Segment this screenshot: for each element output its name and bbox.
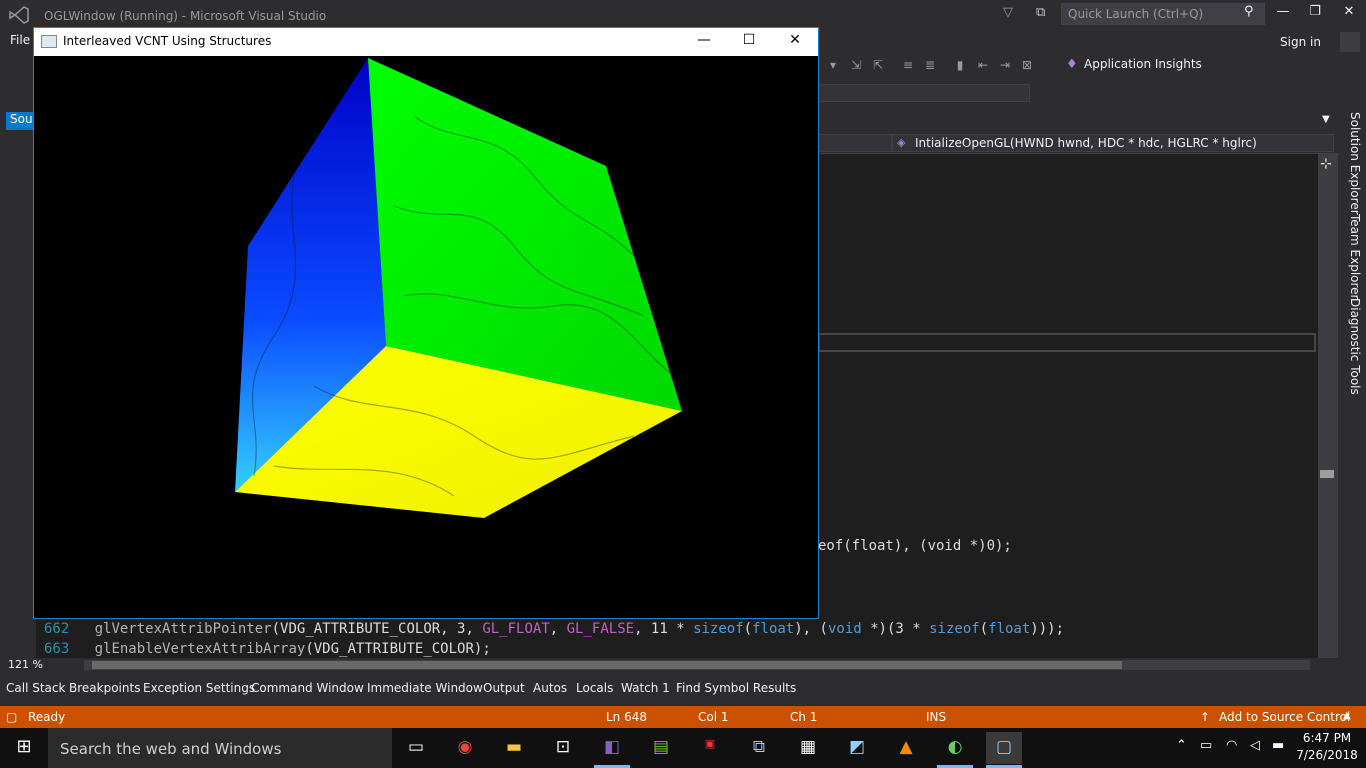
minimize-icon[interactable]: — (1268, 4, 1298, 24)
window-title: OGLWindow (Running) - Microsoft Visual S… (44, 9, 327, 23)
gl-close-icon[interactable]: ✕ (783, 32, 807, 52)
feedback-icon[interactable]: ⧉ (1036, 5, 1054, 23)
status-char: Ch 1 (790, 710, 818, 724)
function-icon: ◈ (897, 136, 906, 149)
toolbar-dropdown-icon[interactable]: ▾ (825, 58, 841, 72)
task-view-icon[interactable]: ▭ (398, 732, 434, 764)
vlc-icon[interactable]: ▲ (888, 732, 924, 764)
tab-solution-explorer[interactable]: Solution Explorer (1342, 112, 1362, 215)
add-to-source-control[interactable]: Add to Source Control (1219, 710, 1350, 724)
gl-minimize-icon[interactable]: — (692, 32, 716, 52)
uncomment-icon[interactable]: ≣ (922, 58, 938, 72)
step-into-icon[interactable]: ⇲ (848, 58, 864, 72)
notification-filter-icon[interactable]: ▽ (1003, 5, 1021, 23)
prev-bookmark-icon[interactable]: ⇤ (975, 58, 991, 72)
quick-launch-input[interactable]: Quick Launch (Ctrl+Q) (1061, 3, 1265, 25)
tab-watch-1[interactable]: Watch 1 (621, 681, 670, 695)
line-number: 662 (44, 621, 70, 637)
lightbulb-icon: ♦ (1066, 57, 1078, 72)
window-app-icon (41, 35, 57, 48)
tab-breakpoints[interactable]: Breakpoints (69, 681, 140, 695)
status-bar (0, 706, 1366, 728)
tab-output[interactable]: Output (483, 681, 525, 695)
file-explorer-icon[interactable]: ▬ (496, 732, 532, 764)
code-line-partial: eof(float), (void *)0); (818, 538, 1012, 554)
scope-dropdown[interactable] (818, 134, 892, 152)
close-icon[interactable]: ✕ (1334, 4, 1364, 24)
code-line-663: 663 glEnableVertexAttribArray(VDG_ATTRIB… (44, 641, 491, 657)
opengl-window-title: Interleaved VCNT Using Structures (63, 34, 272, 48)
status-ready: Ready (28, 710, 66, 724)
taskbar-search-input[interactable]: Search the web and Windows (48, 728, 392, 768)
store-icon[interactable]: ⊡ (545, 732, 581, 764)
restore-icon[interactable]: ❐ (1300, 4, 1330, 24)
code-line-662: 662 glVertexAttribPointer(VDG_ATTRIBUTE_… (44, 621, 1065, 637)
tray-chevron-icon[interactable]: ⌃ (1176, 738, 1187, 753)
tab-locals[interactable]: Locals (576, 681, 613, 695)
comment-icon[interactable]: ≡ (900, 58, 916, 72)
clock-date[interactable]: 7/26/2018 (1294, 748, 1360, 762)
line-number: 663 (44, 641, 70, 657)
zoom-level[interactable]: 121 % (8, 658, 43, 671)
vertical-scrollbar[interactable] (1318, 154, 1338, 658)
next-bookmark-icon[interactable]: ⇥ (997, 58, 1013, 72)
split-icon[interactable]: ⊹ (1320, 156, 1332, 172)
windows-start-icon[interactable]: ⊞ (0, 728, 48, 768)
menu-file[interactable]: File (10, 33, 30, 47)
tab-call-stack[interactable]: Call Stack (6, 681, 65, 695)
notes-app-icon[interactable]: ◩ (839, 732, 875, 764)
wifi-icon[interactable]: ◠ (1226, 738, 1237, 753)
clear-bookmarks-icon[interactable]: ⊠ (1019, 58, 1035, 72)
console-window-icon[interactable]: ▢ (986, 732, 1022, 764)
tab-autos[interactable]: Autos (533, 681, 567, 695)
tab-immediate-window[interactable]: Immediate Window (367, 681, 483, 695)
tab-command-window[interactable]: Command Window (251, 681, 364, 695)
status-column: Col 1 (698, 710, 729, 724)
status-icon: ▢ (6, 710, 18, 724)
sign-in-link[interactable]: Sign in (1280, 35, 1321, 49)
function-dropdown[interactable]: IntializeOpenGL(HWND hwnd, HDC * hdc, HG… (892, 134, 1334, 152)
account-icon[interactable] (1340, 32, 1360, 52)
notepad-plus-icon[interactable]: ▤ (643, 732, 679, 764)
application-insights-button[interactable]: Application Insights (1084, 57, 1202, 71)
left-tool-strip (0, 110, 36, 658)
source-control-up-icon: ↑ (1200, 710, 1211, 724)
toolbar-combo[interactable] (818, 84, 1030, 102)
tab-list-chevron-icon[interactable]: ▼ (1322, 114, 1330, 125)
visual-studio-logo-icon (8, 6, 30, 24)
tab-source[interactable]: Sour (6, 112, 38, 130)
vertical-scrollbar-thumb[interactable] (1320, 470, 1334, 478)
msdn-icon[interactable]: ▣ (692, 732, 728, 764)
keyboard-icon[interactable]: ▬ (1272, 738, 1284, 753)
tab-team-explorer[interactable]: Team Explorer (1342, 214, 1362, 300)
calculator-icon[interactable]: ▦ (790, 732, 826, 764)
source-control-up-arrow-icon[interactable]: ▲ (1343, 710, 1351, 721)
tab-diagnostic-tools[interactable]: Diagnostic Tools (1342, 298, 1362, 395)
search-icon[interactable]: ⚲ (1244, 4, 1260, 20)
step-over-icon[interactable]: ⇱ (870, 58, 886, 72)
network-app-icon[interactable]: ⧉ (741, 732, 777, 764)
status-ins: INS (926, 710, 947, 724)
status-line: Ln 648 (606, 710, 648, 724)
visual-studio-icon[interactable]: ◧ (594, 732, 630, 764)
tab-find-symbol-results[interactable]: Find Symbol Results (676, 681, 796, 695)
editor-tab-bar (818, 110, 1338, 132)
gl-maximize-icon[interactable]: ☐ (737, 32, 761, 52)
clock-time[interactable]: 6:47 PM (1294, 731, 1360, 745)
ogl-app-icon[interactable]: ◐ (937, 732, 973, 764)
battery-icon[interactable]: ▭ (1200, 738, 1212, 753)
horizontal-scrollbar-thumb[interactable] (92, 661, 1122, 669)
current-line-highlight (818, 333, 1316, 352)
chrome-icon[interactable]: ◉ (447, 732, 483, 764)
volume-icon[interactable]: ◁ (1250, 738, 1260, 753)
opengl-canvas[interactable] (34, 56, 818, 618)
tab-exception-settings[interactable]: Exception Settings (143, 681, 255, 695)
bookmark-icon[interactable]: ▮ (952, 58, 968, 72)
